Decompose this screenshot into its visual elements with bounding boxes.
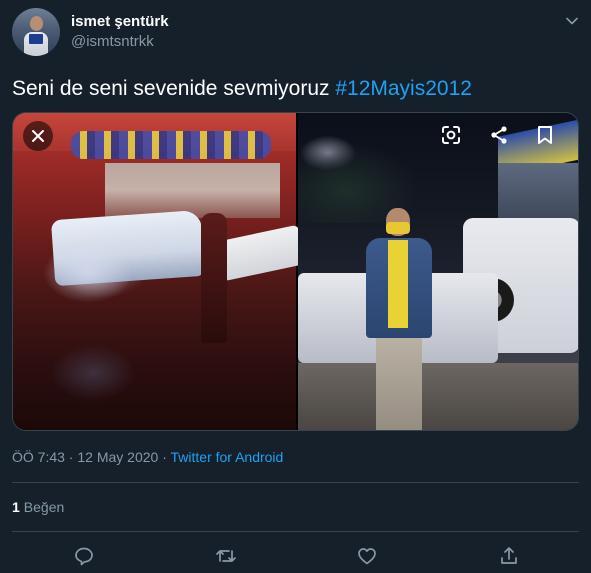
tweet-text: Seni de seni sevenide sevmiyoruz #12Mayi… — [12, 76, 472, 102]
person-mask — [386, 222, 410, 234]
avatar-flag — [29, 34, 43, 44]
google-lens-icon[interactable] — [439, 123, 463, 147]
display-name[interactable]: ismet şentürk — [71, 13, 169, 30]
close-icon[interactable] — [23, 121, 53, 151]
like-icon[interactable] — [355, 544, 379, 568]
photo-storefront — [105, 163, 280, 218]
bookmark-icon[interactable] — [533, 123, 557, 147]
media-container[interactable] — [12, 112, 579, 431]
photo-smoke — [43, 243, 133, 303]
share-tweet-icon[interactable] — [497, 544, 521, 568]
like-label: Beğen — [23, 499, 65, 515]
person-legs — [376, 336, 422, 430]
chevron-down-icon[interactable] — [563, 12, 581, 30]
source-link[interactable]: Twitter for Android — [171, 449, 284, 465]
tweet-body: Seni de seni sevenide sevmiyoruz — [12, 77, 336, 100]
photo-debris — [298, 363, 578, 430]
person-shirt — [388, 240, 408, 328]
photo-car-right — [214, 224, 307, 282]
photo-person — [360, 208, 438, 430]
reply-icon[interactable] — [72, 544, 96, 568]
tweet-meta: ÖÖ 7:43 · 12 May 2020 · Twitter for Andr… — [12, 449, 283, 465]
hashtag-link[interactable]: #12Mayis2012 — [335, 77, 472, 100]
photo-figure — [201, 213, 227, 343]
photo-building — [498, 163, 578, 223]
share-icon[interactable] — [487, 123, 511, 147]
action-bar — [0, 540, 591, 573]
photo-balloons — [71, 131, 271, 159]
divider — [12, 482, 579, 483]
like-count: 1 — [12, 499, 20, 515]
like-stats[interactable]: 1 Beğen — [12, 499, 64, 515]
timestamp[interactable]: ÖÖ 7:43 · 12 May 2020 · — [12, 449, 171, 465]
avatar[interactable] — [12, 8, 60, 56]
user-handle[interactable]: @ismtsntrkk — [71, 33, 154, 50]
tweet: ismet şentürk @ismtsntrkk Seni de seni s… — [0, 0, 591, 573]
photo-right[interactable] — [298, 113, 578, 430]
avatar-head — [30, 16, 43, 31]
divider — [12, 531, 579, 532]
photo-left[interactable] — [13, 113, 307, 430]
retweet-icon[interactable] — [214, 544, 238, 568]
